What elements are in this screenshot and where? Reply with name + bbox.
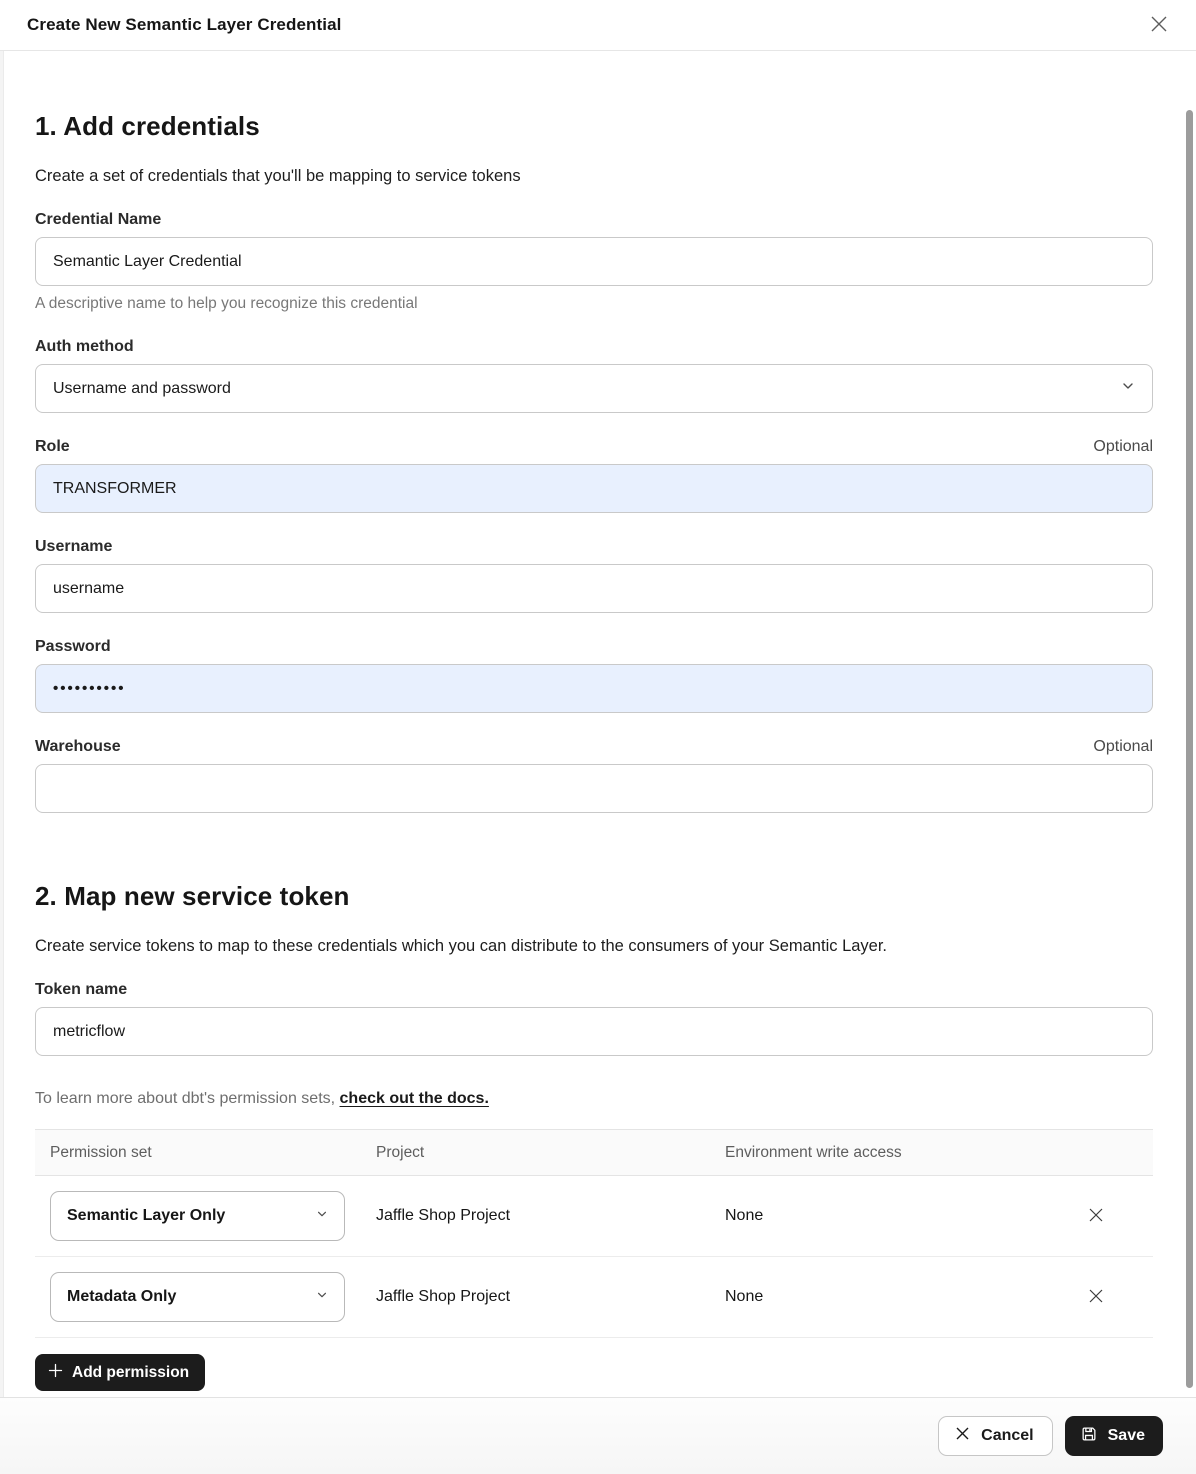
section1-heading: 1. Add credentials <box>35 111 1153 142</box>
auth-method-select[interactable]: Username and password <box>35 364 1153 413</box>
save-label: Save <box>1108 1427 1145 1445</box>
credential-name-input[interactable] <box>35 237 1153 286</box>
auth-method-selected-value: Username and password <box>53 380 231 398</box>
permission-set-selected-value: Semantic Layer Only <box>67 1207 225 1225</box>
close-icon <box>1087 1287 1105 1308</box>
docs-line-prefix: To learn more about dbt's permission set… <box>35 1090 340 1107</box>
header-environment-write-access: Environment write access <box>712 1144 1052 1162</box>
permission-docs-line: To learn more about dbt's permission set… <box>35 1090 1153 1108</box>
permission-set-selected-value: Metadata Only <box>67 1288 176 1306</box>
plus-icon <box>48 1363 63 1383</box>
environment-write-access-cell: None <box>712 1288 1052 1306</box>
modal-title: Create New Semantic Layer Credential <box>27 15 341 35</box>
remove-permission-button[interactable] <box>1083 1283 1109 1312</box>
credential-name-label: Credential Name <box>35 211 161 229</box>
close-icon <box>954 1425 971 1447</box>
token-name-label: Token name <box>35 981 127 999</box>
environment-write-access-cell: None <box>712 1207 1052 1225</box>
username-input[interactable] <box>35 564 1153 613</box>
docs-link[interactable]: check out the docs. <box>340 1090 489 1107</box>
add-permission-label: Add permission <box>72 1364 189 1382</box>
warehouse-input[interactable] <box>35 764 1153 813</box>
permission-set-select[interactable]: Semantic Layer Only <box>50 1191 345 1241</box>
warehouse-optional-badge: Optional <box>1093 738 1153 756</box>
section1-description: Create a set of credentials that you'll … <box>35 167 1153 186</box>
modal-body: 1. Add credentials Create a set of crede… <box>0 111 1196 1391</box>
project-cell: Jaffle Shop Project <box>365 1207 712 1225</box>
add-permission-button[interactable]: Add permission <box>35 1354 205 1391</box>
section2-description: Create service tokens to map to these cr… <box>35 937 1153 956</box>
modal-footer: Cancel Save <box>0 1397 1196 1474</box>
role-label: Role <box>35 438 70 456</box>
permissions-table-header: Permission set Project Environment write… <box>35 1129 1153 1176</box>
close-icon <box>1087 1206 1105 1227</box>
cancel-label: Cancel <box>981 1427 1033 1445</box>
username-label: Username <box>35 538 112 556</box>
permission-row: Metadata Only Jaffle Shop Project None <box>35 1257 1153 1338</box>
role-input[interactable] <box>35 464 1153 513</box>
password-label: Password <box>35 638 111 656</box>
project-cell: Jaffle Shop Project <box>365 1288 712 1306</box>
permissions-table: Permission set Project Environment write… <box>35 1129 1153 1338</box>
chevron-down-icon <box>316 1288 328 1306</box>
section2-heading: 2. Map new service token <box>35 881 1153 912</box>
close-icon <box>1148 13 1170 38</box>
header-project: Project <box>365 1144 712 1162</box>
save-button[interactable]: Save <box>1065 1416 1163 1456</box>
token-name-input[interactable] <box>35 1007 1153 1056</box>
permission-set-select[interactable]: Metadata Only <box>50 1272 345 1322</box>
chevron-down-icon <box>316 1207 328 1225</box>
modal-header: Create New Semantic Layer Credential <box>0 0 1196 51</box>
header-permission-set: Permission set <box>35 1144 365 1162</box>
save-floppy-icon <box>1080 1425 1098 1448</box>
cancel-button[interactable]: Cancel <box>938 1416 1052 1456</box>
credential-name-helper: A descriptive name to help you recognize… <box>35 295 1153 313</box>
chevron-down-icon <box>1121 379 1135 398</box>
role-optional-badge: Optional <box>1093 438 1153 456</box>
permission-row: Semantic Layer Only Jaffle Shop Project … <box>35 1176 1153 1257</box>
remove-permission-button[interactable] <box>1083 1202 1109 1231</box>
password-input[interactable] <box>35 664 1153 713</box>
close-button[interactable] <box>1144 9 1174 42</box>
vertical-scrollbar[interactable] <box>1186 110 1193 1388</box>
warehouse-label: Warehouse <box>35 738 121 756</box>
auth-method-label: Auth method <box>35 338 134 356</box>
